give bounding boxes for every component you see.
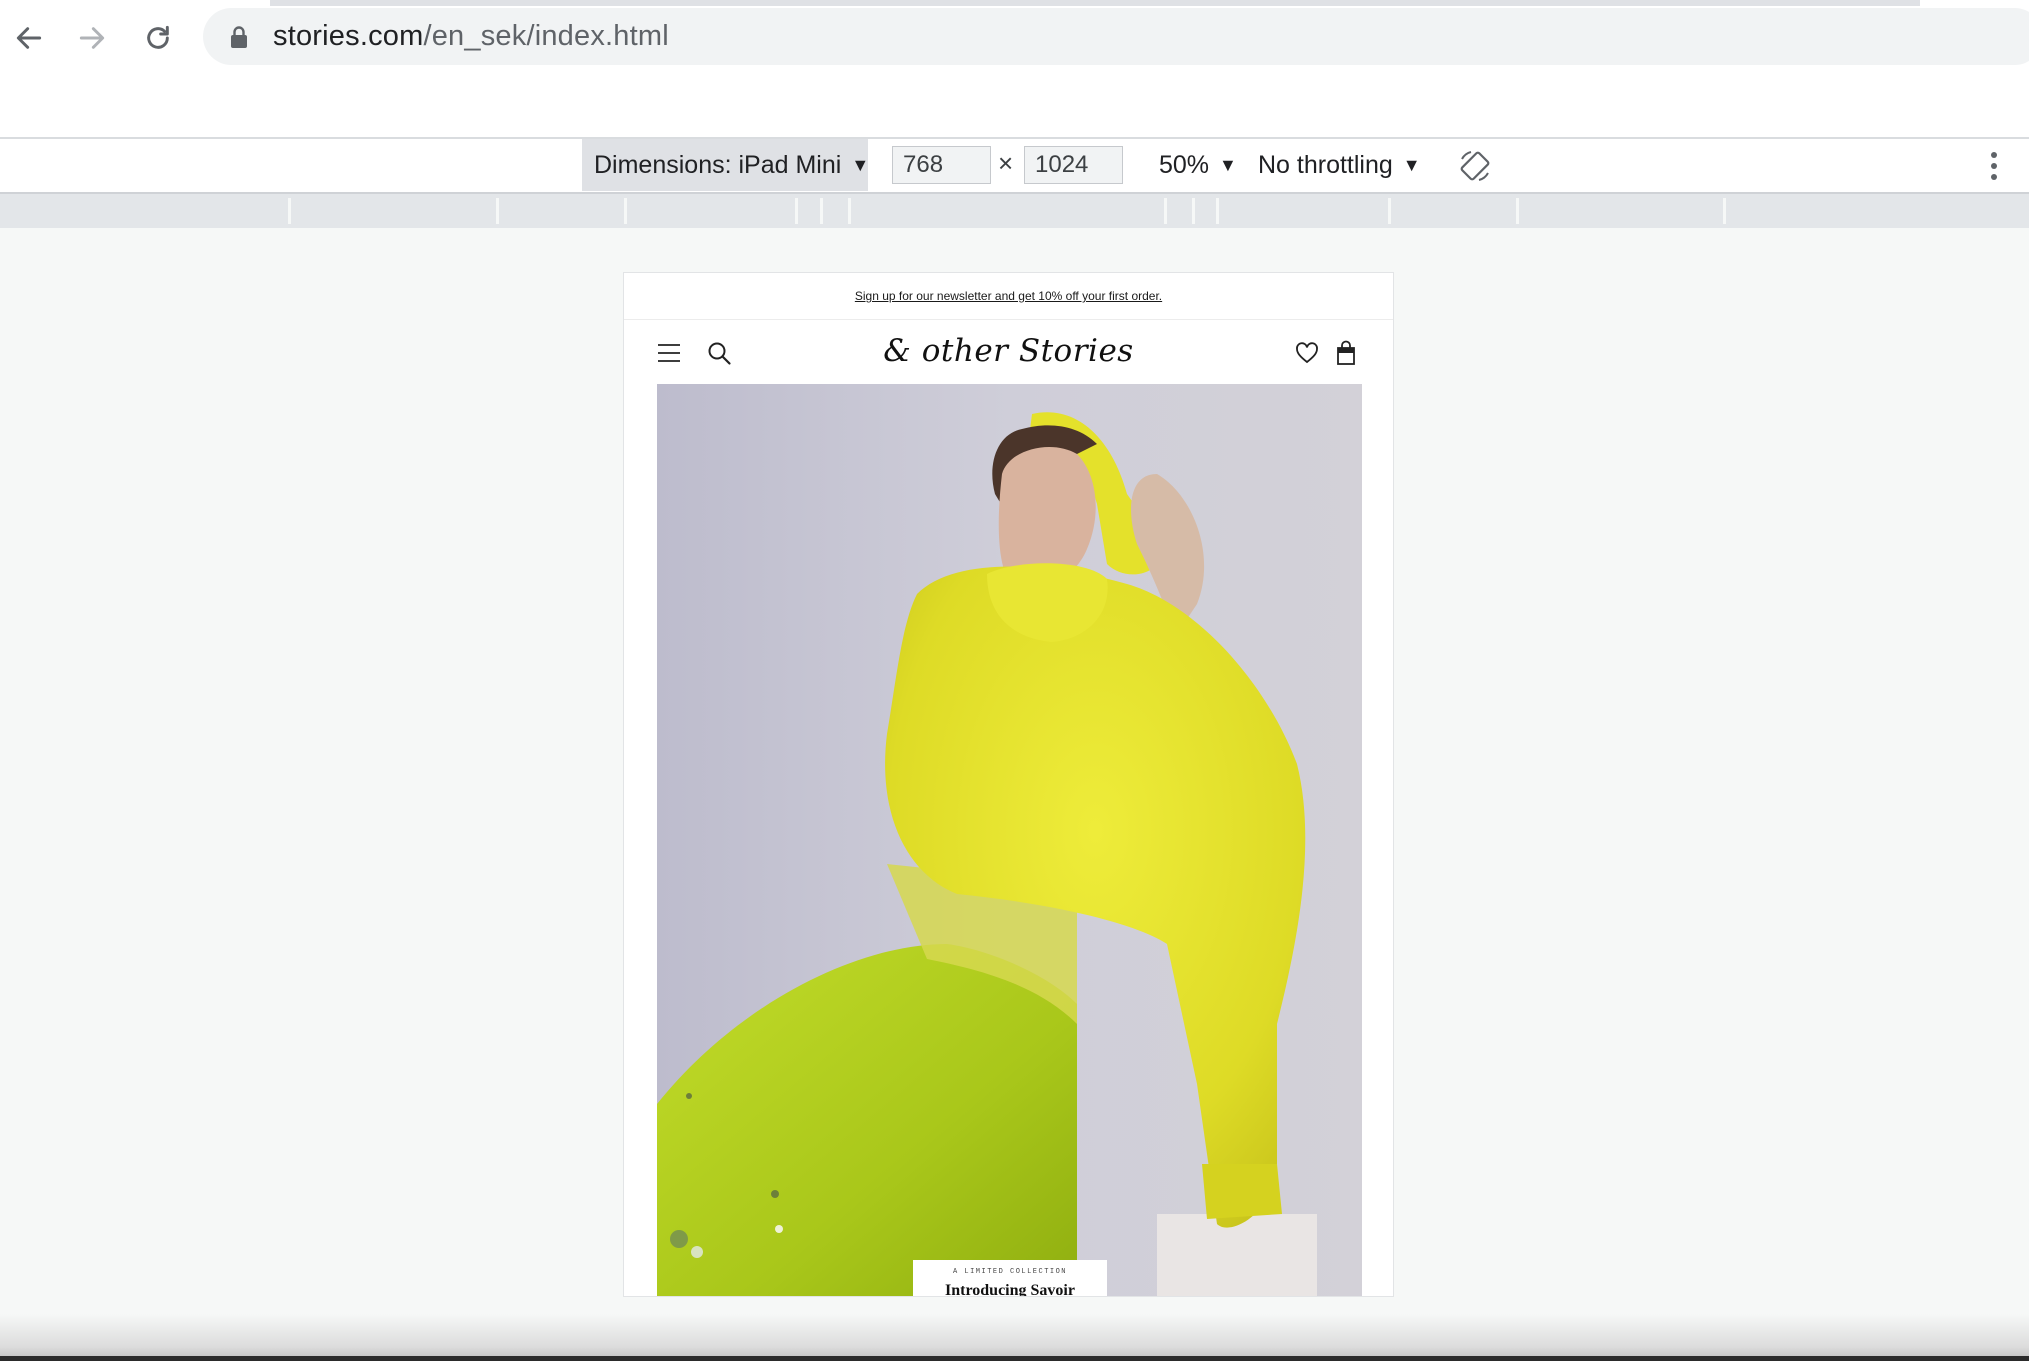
site-header: & other Stories	[624, 320, 1393, 384]
newsletter-promo-banner: Sign up for our newsletter and get 10% o…	[624, 273, 1393, 320]
hero-title: Introducing Savoir	[945, 1282, 1075, 1297]
dimension-separator: ×	[998, 148, 1014, 178]
zoom-select[interactable]: 50% ▼	[1159, 139, 1237, 191]
media-query-divider	[820, 198, 823, 224]
chevron-down-icon: ▼	[1219, 154, 1237, 175]
hero-caption-card[interactable]: A LIMITED COLLECTION Introducing Savoir	[913, 1260, 1107, 1297]
hero-eyebrow: A LIMITED COLLECTION	[952, 1268, 1067, 1276]
zoom-label: 50%	[1159, 150, 1210, 179]
arrow-left-icon	[16, 27, 42, 49]
media-query-divider	[795, 198, 798, 224]
media-query-divider	[496, 198, 499, 224]
width-input[interactable]: 768	[892, 146, 991, 184]
hero-image	[657, 384, 1362, 1296]
heart-icon[interactable]	[1294, 340, 1320, 366]
rotate-icon[interactable]	[1458, 149, 1492, 183]
newsletter-promo-link[interactable]: Sign up for our newsletter and get 10% o…	[855, 289, 1162, 303]
loading-strip	[270, 0, 1920, 6]
shopping-bag-icon[interactable]	[1333, 340, 1359, 366]
device-select-label: Dimensions: iPad Mini	[594, 150, 842, 179]
media-query-divider	[848, 198, 851, 224]
brand-logo[interactable]: & other Stories	[624, 333, 1393, 369]
media-query-divider	[288, 198, 291, 224]
hero-banner[interactable]: A LIMITED COLLECTION Introducing Savoir	[657, 384, 1362, 1297]
throttle-label: No throttling	[1258, 150, 1393, 179]
height-input[interactable]: 1024	[1024, 146, 1123, 184]
kebab-icon[interactable]	[1987, 149, 2001, 183]
device-select[interactable]: Dimensions: iPad Mini ▼	[582, 139, 870, 191]
throttle-select[interactable]: No throttling ▼	[1258, 139, 1421, 191]
window-bottom-shadow	[0, 1314, 2029, 1361]
window-bottom-edge	[0, 1356, 2029, 1361]
reload-icon	[147, 25, 169, 49]
lock-icon	[231, 25, 247, 48]
arrow-right-icon	[79, 27, 105, 49]
url-domain: stories.com	[273, 20, 424, 52]
device-viewport: Sign up for our newsletter and get 10% o…	[623, 272, 1394, 1297]
media-query-divider	[1164, 198, 1167, 224]
media-query-bar[interactable]	[0, 194, 2029, 228]
media-query-divider	[1216, 198, 1219, 224]
url-path: /en_sek/index.html	[423, 20, 669, 52]
back-button[interactable]	[5, 14, 53, 62]
media-query-divider	[624, 198, 627, 224]
url-text: stories.com/en_sek/index.html	[273, 20, 669, 53]
forward-button[interactable]	[68, 14, 116, 62]
chevron-down-icon: ▼	[1402, 154, 1421, 175]
media-query-divider	[1516, 198, 1519, 224]
reload-button[interactable]	[134, 14, 182, 62]
browser-toolbar: stories.com/en_sek/index.html	[0, 0, 2029, 139]
address-bar[interactable]: stories.com/en_sek/index.html	[203, 8, 2029, 65]
media-query-divider	[1388, 198, 1391, 224]
media-query-divider	[1723, 198, 1726, 224]
device-toolbar: Dimensions: iPad Mini ▼ 768 × 1024 50% ▼…	[0, 139, 2029, 194]
media-query-divider	[1192, 198, 1195, 224]
chevron-down-icon: ▼	[851, 154, 870, 175]
